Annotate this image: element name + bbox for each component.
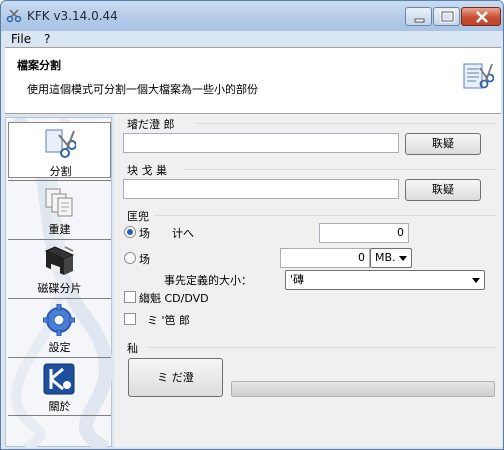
mode-title: 檔案分割 — [17, 59, 61, 72]
browse-dest-button[interactable]: 聅疑 — [405, 179, 481, 201]
predefined-size-label: 事先定義的大小： — [164, 274, 252, 287]
options-group-label: 匡兜 — [127, 210, 149, 223]
sidebar-item-label: 關於 — [48, 400, 71, 413]
option2-label: ミ '笆 郎 — [147, 314, 191, 327]
title-bar[interactable]: KFK v3.14.0.44 — [1, 1, 503, 31]
predefined-size-value: '磚 — [290, 273, 305, 286]
rebuild-pages-icon — [45, 188, 73, 217]
app-window: KFK v3.14.0.44 File ? 檔案分割 使用這個模式可分割一個大檔… — [0, 0, 504, 450]
group-divider — [194, 123, 496, 124]
browse-source-button[interactable]: 聅疑 — [405, 133, 481, 155]
window-title: KFK v3.14.0.44 — [27, 9, 118, 23]
size-unit-select[interactable]: MB. — [370, 248, 412, 268]
part-count-input[interactable]: 0 — [319, 223, 409, 243]
split-progress-bar — [231, 381, 495, 397]
sidebar-item-label: 設定 — [48, 341, 71, 354]
mode-description: 使用這個模式可分割一個大檔案為一些小的部份 — [27, 83, 258, 96]
split-by-count-label: 场 — [139, 227, 150, 240]
mode-sidebar: 分割 重建 磁碟分片 設定 關於 — [5, 117, 113, 448]
sidebar-divider — [8, 415, 111, 416]
source-file-input[interactable] — [123, 133, 399, 153]
gear-icon — [43, 304, 75, 336]
scissors-icon — [45, 129, 76, 158]
cd-dvd-label: 縐魁 CD/DVD — [139, 292, 209, 305]
size-unit-value: MB. — [375, 251, 396, 264]
menu-bar: File ? — [2, 31, 503, 47]
sidebar-item-about[interactable]: 關於 — [8, 358, 111, 414]
start-split-button[interactable]: ミ だ澄 — [128, 358, 223, 397]
menu-file[interactable]: File — [11, 32, 31, 46]
split-by-count-suffix: 计へ — [172, 227, 194, 240]
app-scissors-icon — [6, 9, 22, 23]
kfk-logo-icon — [43, 363, 75, 395]
menu-help[interactable]: ? — [44, 32, 50, 46]
sidebar-item-settings[interactable]: 設定 — [8, 299, 111, 355]
chevron-down-icon — [399, 256, 407, 261]
group-divider — [146, 347, 496, 348]
minimize-icon — [414, 18, 425, 23]
split-file-icon — [463, 63, 494, 89]
predefined-size-select[interactable]: '磚 — [285, 270, 485, 290]
maximize-button[interactable] — [433, 7, 460, 26]
maximize-icon — [440, 10, 455, 23]
dest-folder-input[interactable] — [123, 179, 399, 199]
main-panel: 璿だ澄 郎 聅疑 块 戈 巢 聅疑 匡兜 场 计へ 0 场 0 MB. 事先定義… — [114, 114, 502, 447]
sidebar-item-split[interactable]: 分割 — [8, 122, 111, 178]
group-divider — [184, 169, 496, 170]
split-by-size-label: 场 — [139, 253, 150, 266]
option2-checkbox[interactable] — [124, 313, 136, 325]
close-icon — [476, 11, 488, 23]
sidebar-item-label: 分割 — [49, 165, 72, 178]
sidebar-item-disk-span[interactable]: 磁碟分片 — [8, 240, 111, 296]
part-size-input[interactable]: 0 — [280, 248, 370, 268]
sidebar-item-rebuild[interactable]: 重建 — [8, 181, 111, 237]
chevron-down-icon — [472, 278, 480, 283]
split-by-count-radio[interactable] — [124, 226, 136, 238]
group-divider — [154, 215, 496, 216]
action-group-label: 秈 — [127, 342, 138, 355]
sidebar-item-label: 磁碟分片 — [37, 282, 82, 295]
source-group-label: 璿だ澄 郎 — [127, 118, 175, 131]
dest-group-label: 块 戈 巢 — [127, 164, 167, 177]
split-by-size-radio[interactable] — [124, 252, 136, 264]
minimize-button[interactable] — [405, 7, 432, 26]
mode-header: 檔案分割 使用這個模式可分割一個大檔案為一些小的部份 — [5, 47, 501, 114]
sidebar-item-label: 重建 — [48, 223, 71, 236]
cd-dvd-checkbox[interactable] — [124, 291, 136, 303]
floppy-disk-icon — [44, 246, 75, 275]
close-button[interactable] — [461, 7, 501, 26]
